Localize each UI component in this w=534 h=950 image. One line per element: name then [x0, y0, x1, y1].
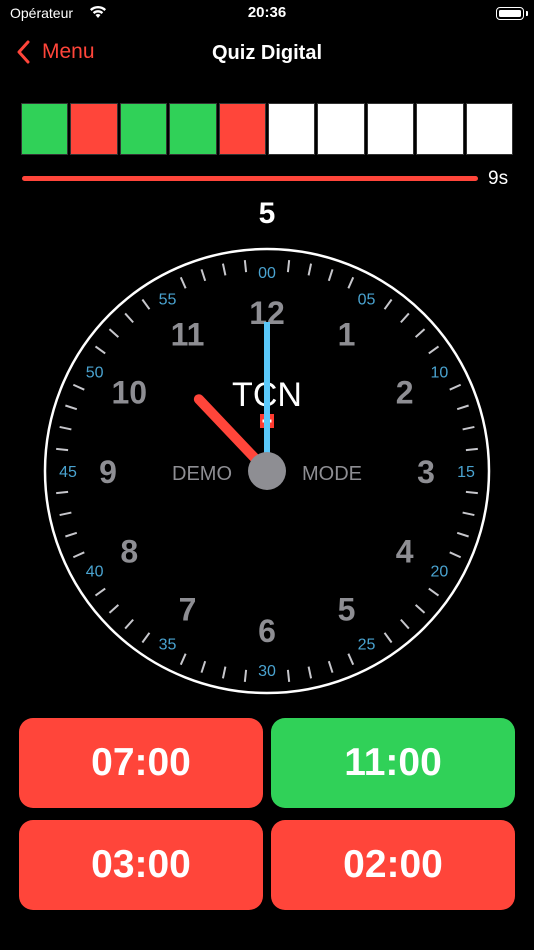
minute-label: 50	[86, 365, 104, 382]
navigation-bar: Menu Quiz Digital	[0, 34, 534, 78]
minute-tick	[56, 447, 69, 452]
clock-center-cap	[248, 452, 286, 490]
minute-label: 55	[159, 292, 177, 309]
progress-cell-pending	[317, 103, 365, 155]
hour-label: 3	[417, 454, 435, 490]
battery-tip	[526, 11, 528, 16]
progress-cell-correct	[169, 103, 217, 155]
status-time: 20:36	[247, 4, 287, 21]
minute-label: 20	[430, 564, 448, 581]
minute-tick	[56, 490, 69, 495]
minute-tick	[286, 260, 291, 273]
hour-label: 9	[99, 454, 117, 490]
progress-indicator	[21, 103, 514, 155]
timer-bar	[22, 176, 478, 181]
hour-label: 2	[396, 375, 414, 411]
minute-tick	[243, 669, 248, 682]
answer-button-1[interactable]: 07:00	[19, 718, 263, 808]
minute-tick	[465, 447, 478, 452]
hour-label: 5	[338, 592, 356, 628]
minute-label: 15	[457, 464, 475, 481]
minute-label: 25	[358, 636, 376, 653]
minute-tick	[465, 490, 478, 495]
page-title: Quiz Digital	[212, 42, 322, 64]
question-counter: 5	[258, 197, 276, 230]
progress-cell-wrong	[218, 103, 267, 155]
minute-tick	[286, 669, 291, 682]
minute-label: 35	[159, 636, 177, 653]
progress-cell-correct	[21, 103, 69, 155]
clock-left-text: DEMO	[172, 463, 232, 485]
hour-label: 11	[171, 316, 205, 352]
progress-cell-pending	[366, 103, 415, 155]
progress-cell-correct	[119, 103, 168, 155]
hour-label: 10	[112, 375, 148, 411]
hour-label: 4	[396, 534, 414, 570]
status-bar: Opérateur 20:36	[0, 0, 534, 30]
answer-button-2[interactable]: 11:00	[271, 718, 515, 808]
hour-label: 8	[120, 534, 138, 570]
hour-label: 7	[179, 592, 197, 628]
answer-button-4[interactable]: 02:00	[271, 820, 515, 910]
analog-clock: 000510152025303540455055 121234567891011…	[43, 247, 491, 695]
minute-label: 05	[358, 292, 376, 309]
clock-right-text: MODE	[302, 463, 362, 485]
battery-icon	[496, 7, 524, 20]
progress-cell-pending	[268, 103, 316, 155]
progress-cell-pending	[416, 103, 464, 155]
minute-label: 30	[258, 663, 276, 680]
minute-label: 00	[258, 265, 276, 282]
timer-label: 9s	[488, 168, 509, 189]
answer-button-3[interactable]: 03:00	[19, 820, 263, 910]
hour-label: 6	[258, 613, 276, 649]
progress-cell-pending	[465, 103, 514, 155]
minute-label: 45	[59, 464, 77, 481]
hour-label: 1	[338, 316, 356, 352]
minute-tick	[243, 260, 248, 273]
progress-cell-wrong	[70, 103, 118, 155]
minute-label: 40	[86, 564, 104, 581]
minute-label: 10	[430, 365, 448, 382]
